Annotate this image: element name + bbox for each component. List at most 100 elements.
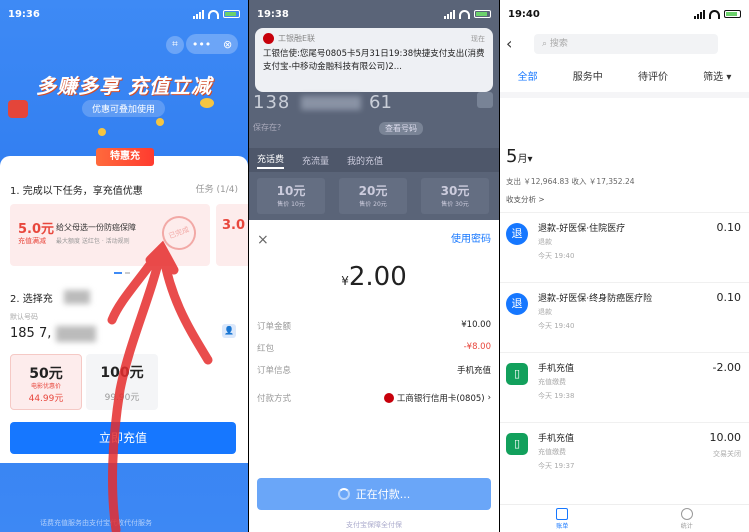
task-item[interactable]	[216, 204, 248, 266]
security-footer: 支付宝保障全付保	[346, 521, 402, 529]
transaction-title: 手机充值	[538, 434, 575, 444]
miniapp-capsule[interactable]: ••• ⊗	[186, 34, 238, 54]
transaction-category: 退款	[538, 238, 552, 246]
transaction-row[interactable]: 退 退款-好医保·终身防癌医疗险 退款 今天 19:40 0.10	[500, 282, 749, 346]
amount-sub: 售价 30元	[441, 201, 469, 208]
status-time: 19:38	[257, 8, 289, 20]
row-value: -¥8.00	[463, 342, 491, 352]
tab-to-review[interactable]: 待评价	[638, 68, 668, 83]
transaction-time: 今天 19:40	[538, 252, 575, 260]
phone-icon: ▯	[506, 433, 528, 455]
tab-stats[interactable]: 统计	[680, 507, 693, 530]
analysis-link[interactable]: 收支分析 >	[506, 194, 545, 205]
transaction-time: 今天 19:40	[538, 322, 575, 330]
tab-data[interactable]: 充流量	[302, 154, 329, 167]
payment-sheet: × 使用密码 ¥2.00 订单金额 ¥10.00 红包 -¥8.00 订单信息 手机充…	[249, 220, 499, 532]
month-value: 5	[506, 146, 518, 167]
recharge-tabs: 充话费 充流量 我的充值	[249, 148, 499, 172]
task-description-sub: 最大额度 送红包 · 活动规则	[56, 238, 130, 245]
month-selector[interactable]: 5月▾	[506, 146, 532, 167]
pay-button[interactable]: 正在付款...	[257, 478, 491, 510]
transaction-title: 退款-好医保·住院医疗	[538, 224, 626, 234]
tab-history[interactable]: 我的充值	[347, 154, 383, 167]
divider	[500, 92, 749, 98]
row-label: 订单信息	[257, 366, 292, 376]
transaction-amount: 0.10	[716, 221, 742, 234]
amount-option[interactable]: 30元 售价 30元	[421, 178, 489, 214]
blurred-region	[56, 326, 96, 342]
bank-logo-icon	[263, 33, 274, 44]
bank-notification[interactable]: 工银融E联 现在 工银信使:您尾号0805卡5月31日19:38快捷支付支出(消…	[255, 28, 493, 92]
signal-icon	[694, 9, 705, 19]
status-bar: 19:36	[8, 6, 240, 22]
close-icon[interactable]: ×	[257, 232, 269, 248]
notification-time: 现在	[471, 35, 485, 43]
payment-method-row[interactable]: 付款方式 工商银行信用卡(0805) ›	[257, 392, 491, 404]
filter-dropdown[interactable]: 筛选 ▾	[703, 68, 731, 83]
carousel-dots	[114, 272, 130, 274]
order-info-row: 订单信息 手机充值	[257, 364, 491, 376]
scan-icon[interactable]: ⌗	[166, 36, 184, 54]
transaction-row[interactable]: 退 退款-好医保·住院医疗 退款 今天 19:40 0.10	[500, 212, 749, 276]
row-label: 订单金额	[257, 322, 292, 332]
transaction-row[interactable]: ▯ 手机充值 充值缴费 今天 19:38 -2.00	[500, 352, 749, 416]
transaction-category: 充值缴费	[538, 378, 566, 386]
amount-value: 2.00	[348, 262, 407, 292]
use-password-link[interactable]: 使用密码	[451, 230, 491, 245]
row-label: 红包	[257, 344, 275, 354]
pie-chart-icon	[680, 507, 693, 520]
amount-option[interactable]: 10元 售价 10元	[257, 178, 325, 214]
payment-amount: ¥2.00	[249, 262, 499, 292]
transaction-row[interactable]: ▯ 手机充值 充值缴费 今天 19:37 10.00 交易关闭	[500, 422, 749, 486]
notification-text: 工银信使:您尾号0805卡5月31日19:38快捷支付支出(消费支付宝-中移动金…	[263, 49, 485, 72]
task-description: 给父母选一份防癌保障	[56, 223, 136, 232]
tab-in-service[interactable]: 服务中	[573, 68, 603, 83]
coin-icon	[98, 128, 106, 136]
more-icon[interactable]: •••	[192, 38, 211, 51]
recharge-promo-screen: 19:36 ⌗ ••• ⊗ 多赚多享 充值立减 优惠可叠加使用 特惠充 1. 完…	[0, 0, 248, 532]
transaction-amount: 0.10	[716, 291, 742, 304]
month-unit: 月▾	[517, 154, 533, 165]
tab-call[interactable]: 充话费	[257, 152, 285, 169]
notification-app: 工银融E联	[278, 34, 316, 43]
transaction-time: 今天 19:37	[538, 462, 575, 470]
red-packet-row: 红包 -¥8.00	[257, 342, 491, 354]
chevron-right-icon: ›	[487, 393, 491, 403]
refund-icon: 退	[506, 223, 528, 245]
view-number-link[interactable]: 查看号码	[379, 122, 423, 135]
signal-icon	[193, 9, 204, 19]
wifi-icon	[208, 9, 219, 19]
phone-number[interactable]: 185 7,	[10, 326, 51, 341]
order-amount-row: 订单金额 ¥10.00	[257, 320, 491, 332]
contact-icon[interactable]	[477, 92, 493, 108]
bill-list-screen: 19:40 ‹ ⌕ 搜索 全部 服务中 待评价 筛选 ▾ 5月▾ 支出 ￥12,…	[500, 0, 749, 532]
amount-price: 44.99元	[28, 394, 64, 404]
coin-icon	[200, 98, 214, 108]
transaction-title: 退款-好医保·终身防癌医疗险	[538, 294, 653, 304]
amount-value: 20元	[358, 184, 388, 198]
amount-option[interactable]: 50元 电影优惠价 44.99元	[10, 354, 82, 410]
tab-all[interactable]: 全部	[518, 68, 538, 83]
close-icon[interactable]: ⊗	[223, 38, 232, 51]
transaction-amount: 10.00	[709, 431, 742, 444]
battery-icon	[223, 10, 240, 18]
bill-icon	[556, 507, 569, 520]
coin-icon	[156, 118, 164, 126]
amount-value: 50元	[29, 366, 63, 382]
bottom-tabbar: 账单 统计	[500, 504, 749, 532]
refund-icon: 退	[506, 293, 528, 315]
back-icon[interactable]: ‹	[506, 34, 512, 53]
status-time: 19:36	[8, 8, 40, 20]
battery-icon	[724, 10, 741, 18]
blurred-region	[64, 290, 90, 304]
amount-option[interactable]: 20元售价 20元	[339, 178, 407, 214]
amount-price: 99.90元	[104, 393, 140, 403]
transaction-title: 手机充值	[538, 364, 575, 374]
search-input[interactable]: ⌕ 搜索	[534, 34, 718, 54]
contact-icon[interactable]: 👤	[222, 324, 236, 338]
tab-bills[interactable]: 账单	[556, 507, 569, 530]
recharge-button[interactable]: 立即充值	[10, 422, 236, 454]
amount-sub: 售价 20元	[359, 201, 387, 208]
amount-option[interactable]: 100元 99.90元	[86, 354, 158, 410]
blurred-region	[301, 96, 361, 110]
